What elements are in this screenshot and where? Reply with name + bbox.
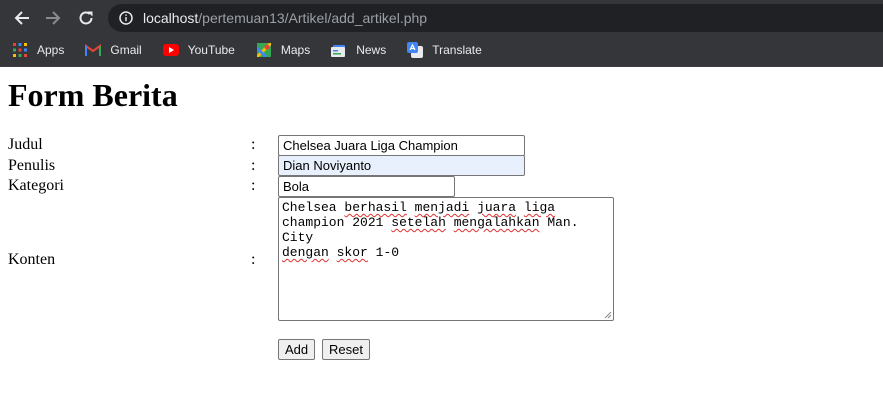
forward-button[interactable] [42,7,64,29]
address-bar[interactable]: localhost/pertemuan13/Artikel/add_artike… [108,4,883,32]
misspelled-word: menjadi [414,200,470,215]
konten-textarea[interactable]: Chelsea berhasil menjadi juara liga cham… [278,197,614,321]
back-button[interactable] [11,7,33,29]
penulis-input[interactable] [278,155,525,176]
penulis-label: Penulis [8,157,56,174]
bookmark-translate[interactable]: Translate [395,39,490,61]
misspelled-word: dengan [282,245,329,260]
reset-button[interactable]: Reset [322,339,370,360]
add-button[interactable]: Add [278,339,316,360]
maps-icon [256,42,272,58]
resize-grip-icon[interactable] [602,309,612,319]
reload-icon [79,11,93,25]
apps-grid-icon [12,42,28,58]
info-icon[interactable] [119,11,133,25]
url-path: /pertemuan13/Artikel/add_artikel.php [198,10,428,26]
chrome-divider [0,66,883,67]
judul-label: Judul [8,136,43,153]
misspelled-word: liga [523,200,556,215]
bookmark-gmail[interactable]: Gmail [73,39,149,61]
konten-label: Konten [8,251,56,268]
misspelled-word: juara [477,200,517,215]
bookmark-youtube[interactable]: YouTube [151,39,243,61]
judul-input[interactable] [278,135,525,156]
bookmark-maps[interactable]: Maps [244,39,318,61]
bookmark-apps[interactable]: Apps [0,39,72,61]
page-title: Form Berita [8,77,178,113]
kategori-label: Kategori [8,177,64,194]
bookmark-label: Gmail [110,42,142,57]
url-host: localhost [143,10,199,26]
gmail-icon [85,42,102,58]
back-arrow-icon [14,11,29,25]
translate-icon [407,41,424,58]
news-icon [331,42,347,58]
misspelled-word: berhasil [344,200,407,215]
kategori-colon: : [251,177,256,194]
misspelled-word: setelah [391,215,446,230]
bookmark-label: Maps [280,42,311,57]
bookmark-label: News [356,42,387,57]
bookmark-news[interactable]: News [319,39,394,61]
konten-colon: : [251,251,256,268]
bookmark-label: Translate [432,42,482,57]
reload-button[interactable] [75,7,97,29]
forward-arrow-icon [46,11,61,25]
kategori-input[interactable] [278,176,455,197]
youtube-icon [162,42,179,58]
misspelled-word: skor [336,245,368,260]
bookmark-label: Apps [37,42,65,57]
misspelled-word: mengalahkan [453,215,540,230]
bookmarks-bar: Apps Gmail YouTube Maps News Translate [0,36,883,63]
penulis-colon: : [251,157,256,174]
judul-colon: : [251,136,256,153]
browser-chrome: localhost/pertemuan13/Artikel/add_artike… [0,0,883,67]
bookmark-label: YouTube [187,42,235,57]
url-text: localhost/pertemuan13/Artikel/add_artike… [143,10,427,26]
